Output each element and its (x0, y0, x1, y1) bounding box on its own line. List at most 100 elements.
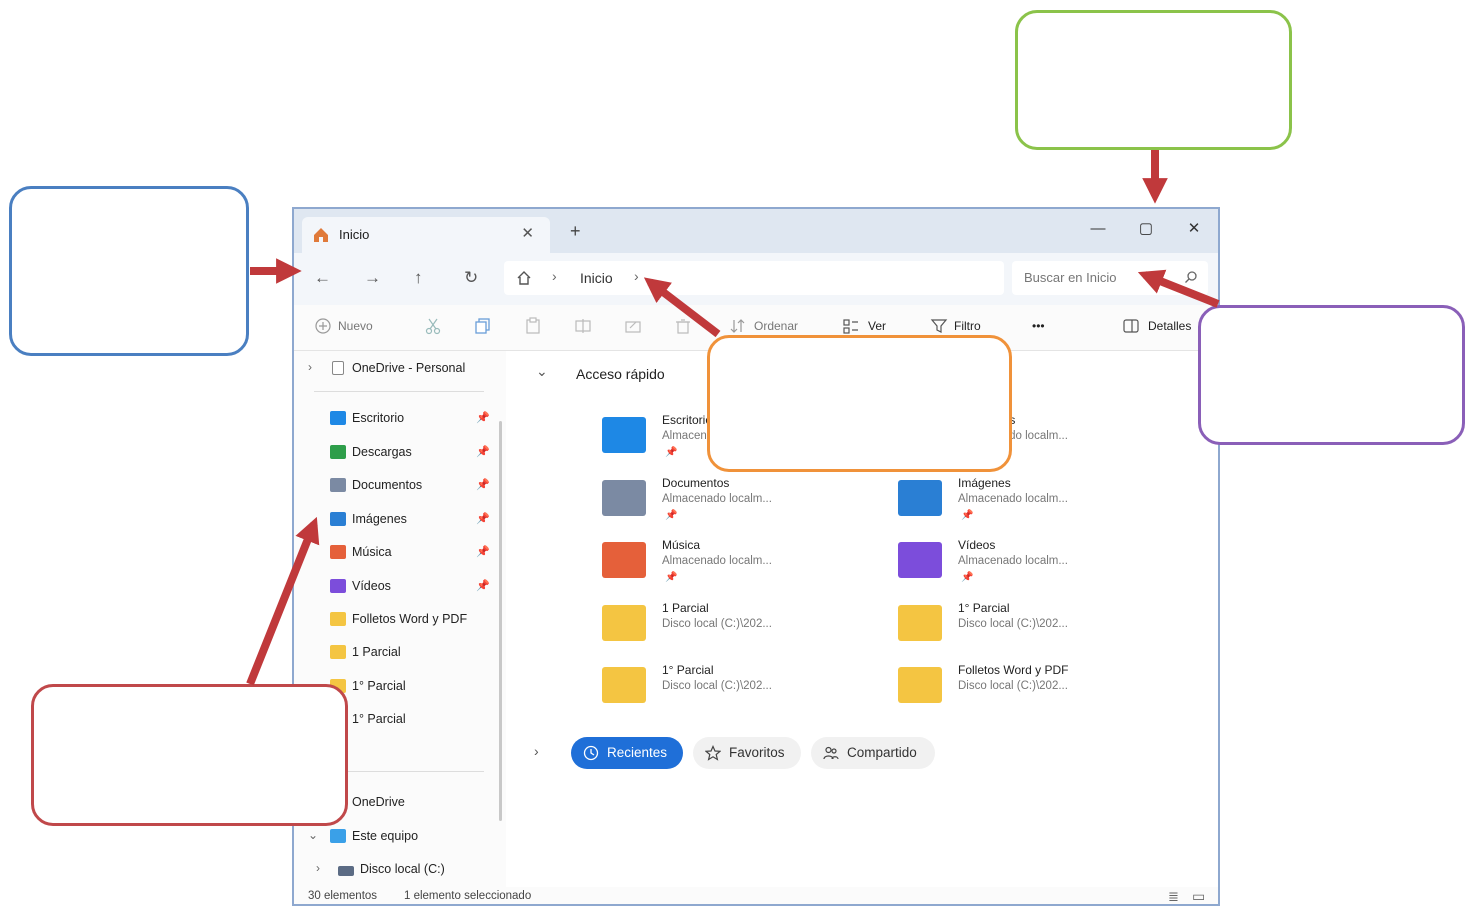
breadcrumb-chevron-icon[interactable]: › (634, 268, 639, 284)
quick-access-item[interactable]: 1° Parcial Disco local (C:)\202... (898, 599, 1158, 655)
tab-inicio[interactable]: Inicio ✕ (302, 217, 550, 253)
item-location: Almacenado localm... (662, 492, 772, 505)
pin-icon: 📌 (665, 447, 678, 458)
sidebar-divider (314, 391, 484, 392)
shared-chip[interactable]: Compartido (811, 737, 935, 769)
favorites-chip[interactable]: Favoritos (693, 737, 801, 769)
pin-icon: 📌 (961, 572, 974, 583)
item-name: Documentos (662, 475, 730, 490)
breadcrumb[interactable]: Inicio (580, 270, 613, 286)
new-tab-button[interactable]: + (570, 221, 581, 242)
filter-button[interactable]: Filtro (954, 319, 981, 333)
tab-close-button[interactable]: ✕ (521, 224, 534, 242)
search-input[interactable]: Buscar en Inicio (1012, 261, 1208, 295)
add-icon (315, 318, 331, 334)
status-bar: 30 elementos 1 elemento seleccionado ≣ ▭ (294, 887, 1218, 904)
address-bar[interactable]: › Inicio › (504, 261, 1004, 295)
quick-access-item[interactable]: 1° Parcial Disco local (C:)\202... (602, 661, 862, 717)
maximize-button[interactable]: ▢ (1126, 215, 1166, 243)
item-name: Folletos Word y PDF (958, 663, 1069, 677)
item-count: 30 elementos (308, 890, 378, 902)
tiles-view-icon[interactable]: ▭ (1192, 888, 1205, 904)
folder-icon (602, 417, 646, 453)
forward-button[interactable]: → (364, 268, 381, 288)
item-location: Disco local (C:)\202... (958, 680, 1068, 692)
breadcrumb-chevron-icon: › (552, 268, 557, 284)
sidebar-item[interactable]: Vídeos 📌 (294, 575, 494, 599)
item-location: Disco local (C:)\202... (958, 617, 1068, 630)
clock-icon (583, 745, 599, 761)
quick-access-item[interactable]: 1 Parcial Disco local (C:)\202... (602, 599, 862, 655)
delete-icon[interactable] (674, 317, 692, 335)
sidebar-item[interactable]: Música 📌 (294, 541, 494, 565)
sidebar-item-label: OneDrive - Personal (352, 361, 466, 375)
item-location: Almacenado localm... (958, 492, 1068, 505)
section-title: Acceso rápido (576, 366, 665, 382)
sidebar-item[interactable]: Descargas 📌 (294, 441, 494, 465)
chevron-right-icon[interactable]: › (534, 743, 539, 759)
paste-icon[interactable] (524, 317, 542, 335)
pin-icon: 📌 (476, 580, 490, 592)
sidebar-item[interactable]: Folletos Word y PDF (294, 608, 494, 632)
cut-icon[interactable] (424, 317, 442, 335)
folder-icon (898, 604, 942, 641)
sidebar-item[interactable]: Escritorio 📌 (294, 407, 494, 431)
item-name: Escritorio (662, 413, 713, 427)
folder-icon (602, 479, 646, 516)
minimize-button[interactable]: — (1078, 215, 1118, 243)
quick-access-item[interactable]: Folletos Word y PDF Disco local (C:)\202.… (898, 661, 1158, 717)
quick-access-item[interactable]: Imágenes Almacenado localm... 📌 (898, 474, 1158, 530)
folder-icon (602, 667, 646, 703)
refresh-button[interactable]: ↻ (464, 268, 478, 288)
pin-icon: 📌 (961, 509, 974, 521)
rename-icon[interactable] (574, 317, 592, 335)
sidebar-item-label: 1° Parcial (352, 712, 406, 726)
sort-button[interactable]: Ordenar (754, 319, 798, 333)
folder-icon (330, 645, 346, 659)
quick-access-item[interactable]: Vídeos Almacenado localm... 📌 (898, 536, 1158, 592)
home-icon[interactable] (516, 270, 532, 286)
download-icon (330, 445, 346, 459)
documents-icon (330, 478, 346, 492)
folder-icon (602, 542, 646, 578)
sidebar-item-label: Vídeos (352, 579, 391, 593)
view-button[interactable]: Ver (868, 319, 886, 333)
callout-window-controls (1015, 10, 1292, 150)
close-button[interactable]: ✕ (1174, 215, 1214, 243)
quick-access-item[interactable]: Documentos Almacenado localm... 📌 (602, 474, 862, 530)
sidebar-item-label: 1° Parcial (352, 679, 406, 693)
details-button[interactable]: Detalles (1148, 319, 1191, 333)
sidebar-item-onedrive-personal[interactable]: › OneDrive - Personal (294, 357, 494, 381)
callout-navigation-pane (31, 684, 348, 826)
folder-icon (898, 667, 942, 703)
sidebar-item-label: Escritorio (352, 411, 405, 425)
sidebar-item[interactable]: 1 Parcial (294, 641, 494, 665)
chevron-down-icon[interactable]: ⌄ (308, 828, 318, 842)
sidebar-item-this-pc[interactable]: ⌄ Este equipo (294, 825, 494, 849)
home-icon (314, 228, 328, 242)
chip-label: Recientes (607, 745, 668, 760)
search-icon (1185, 271, 1197, 283)
chevron-right-icon[interactable]: › (308, 360, 312, 374)
copy-icon[interactable] (474, 317, 492, 335)
folder-icon (330, 612, 346, 626)
more-options-button[interactable]: ••• (1032, 319, 1045, 333)
folder-icon (898, 542, 942, 578)
share-icon[interactable] (624, 317, 642, 335)
sidebar-item[interactable]: Imágenes 📌 (294, 508, 494, 532)
back-button[interactable]: ← (314, 268, 331, 288)
item-name: Música (662, 538, 701, 552)
details-view-icon[interactable]: ≣ (1168, 889, 1179, 904)
pin-icon: 📌 (476, 446, 490, 458)
new-button[interactable]: Nuevo (338, 319, 373, 333)
quick-access-item[interactable]: Música Almacenado localm... 📌 (602, 536, 862, 592)
recent-chip[interactable]: Recientes (571, 737, 683, 769)
chevron-right-icon[interactable]: › (316, 861, 320, 875)
chip-label: Favoritos (729, 745, 785, 760)
sidebar-item[interactable]: Documentos 📌 (294, 474, 494, 498)
sidebar-item-local-disk[interactable]: › Disco local (C:) (294, 858, 494, 882)
sidebar-scrollbar[interactable] (499, 421, 502, 821)
cloud-icon (332, 361, 344, 375)
up-button[interactable]: ↑ (414, 268, 423, 288)
chevron-down-icon[interactable]: ⌄ (536, 363, 548, 380)
